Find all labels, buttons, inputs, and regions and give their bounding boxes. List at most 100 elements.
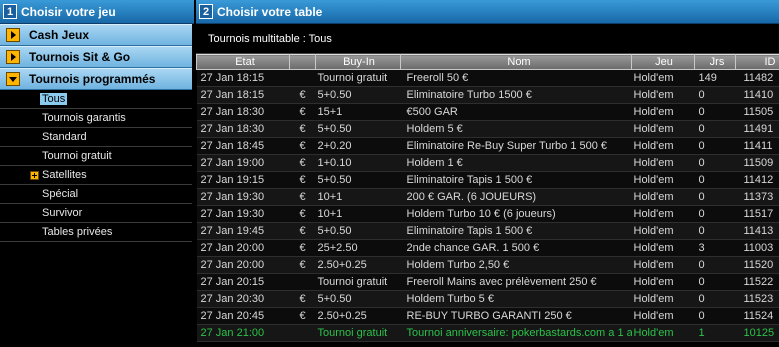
table-row[interactable]: 27 Jan 18:15 Tournoi gratuit Freeroll 50 €… [196,69,779,87]
cell-buyin: 2.50+0.25 [315,256,401,274]
cell-currency: € [289,137,316,155]
table-body: 27 Jan 18:15 Tournoi gratuit Freeroll 50 €… [196,69,779,342]
cell-buyin: 5+0.50 [315,290,401,308]
subitem-survivor[interactable]: Survivor [0,204,192,223]
cell-players: 0 [694,188,736,206]
subitem-label: Tournoi gratuit [42,150,112,162]
table-row[interactable]: 27 Jan 18:45 €2+0.20 Eliminatoire Re-Buy S… [196,137,779,155]
cell-currency [289,273,316,291]
cell-id: 11491 [735,120,779,138]
cell-currency: € [289,222,316,240]
cell-game: Hold'em [631,86,695,104]
panel-title: Choisir votre jeu [21,4,116,19]
cell-players: 0 [694,103,736,121]
subitem-guaranteed[interactable]: Tournois garantis [0,109,192,128]
collapse-arrow-icon[interactable] [6,72,20,86]
cell-id: 11505 [735,103,779,121]
filter-caption: Tournois multitable : Tous [196,24,779,54]
cell-date: 27 Jan 19:45 [196,222,290,240]
cell-id: 11482 [735,69,779,87]
subitem-standard[interactable]: Standard [0,128,192,147]
cell-game: Hold'em [631,239,695,257]
cell-players: 0 [694,307,736,325]
cell-game: Hold'em [631,171,695,189]
cell-currency: € [289,103,316,121]
subitem-label: Satellites [42,169,87,181]
cell-id: 11003 [735,239,779,257]
cell-game: Hold'em [631,103,695,121]
cell-game: Hold'em [631,205,695,223]
table-list-panel: 2 Choisir votre table Tournois multitabl… [196,0,779,347]
cell-buyin: Tournoi gratuit [315,324,401,342]
subitem-all[interactable]: Tous [0,90,192,109]
column-header-buyin[interactable]: Buy-In [315,54,401,70]
subitem-special[interactable]: Spécial [0,185,192,204]
table-row[interactable]: 27 Jan 20:00 €25+2.50 2nde chance GAR. 1 5… [196,239,779,257]
panel-header-game: 1 Choisir votre jeu [0,0,194,24]
category-cash-games[interactable]: Cash Jeux [0,24,192,46]
cell-currency [289,324,316,342]
column-header-id[interactable]: ID [735,54,779,70]
table-row[interactable]: 27 Jan 20:15 Tournoi gratuit Freeroll Main… [196,273,779,291]
table-row[interactable]: 27 Jan 18:30 €15+1 €500 GAR Hold'em 0 11505 [196,103,779,121]
table-row[interactable]: 27 Jan 19:15 €5+0.50 Eliminatoire Tapis 1 … [196,171,779,189]
cell-players: 0 [694,290,736,308]
table-row[interactable]: 27 Jan 20:30 €5+0.50 Holdem Turbo 5 € Hold'… [196,290,779,308]
cell-buyin: 5+0.50 [315,222,401,240]
column-header-jeu[interactable]: Jeu [631,54,695,70]
cell-name: Holdem 1 € [400,154,632,172]
category-scheduled-tournaments[interactable]: Tournois programmés [0,68,192,90]
subitem-private-tables[interactable]: Tables privées [0,223,192,242]
cell-name: Tournoi anniversaire: pokerbastards.com … [400,324,632,342]
subitem-label: Tous [40,93,68,105]
cell-buyin: 5+0.50 [315,171,401,189]
column-header-etat[interactable]: Etat [196,54,290,70]
cell-id: 11509 [735,154,779,172]
cell-name: 200 € GAR. (6 JOUEURS) [400,188,632,206]
cell-date: 27 Jan 18:15 [196,69,290,87]
cell-id: 11517 [735,205,779,223]
game-category-panel: 1 Choisir votre jeu Cash Jeux Tournois S… [0,0,194,347]
cell-id: 11522 [735,273,779,291]
cell-id: 11520 [735,256,779,274]
table-row[interactable]: 27 Jan 19:30 €10+1 200 € GAR. (6 JOUEURS) H… [196,188,779,206]
cell-game: Hold'em [631,256,695,274]
category-label: Tournois programmés [29,72,156,86]
cell-game: Hold'em [631,307,695,325]
category-label: Cash Jeux [29,28,90,42]
table-row[interactable]: 27 Jan 19:45 €5+0.50 Eliminatoire Tapis 1 … [196,222,779,240]
table-row[interactable]: 27 Jan 20:00 €2.50+0.25 Holdem Turbo 2,50 … [196,256,779,274]
expand-arrow-icon[interactable] [6,28,20,42]
panel-title: Choisir votre table [217,4,323,19]
table-row[interactable]: 27 Jan 18:30 €5+0.50 Holdem 5 € Hold'em 0 114… [196,120,779,138]
table-row[interactable]: 27 Jan 21:00 Tournoi gratuit Tournoi anniv… [196,324,779,342]
table-row[interactable]: 27 Jan 20:45 €2.50+0.25 RE-BUY TURBO GARAN… [196,307,779,325]
cell-id: 11523 [735,290,779,308]
subitem-freeroll[interactable]: Tournoi gratuit [0,147,192,166]
table-row[interactable]: 27 Jan 18:15 €5+0.50 Eliminatoire Turbo 15… [196,86,779,104]
cell-name: Holdem Turbo 10 € (6 joueurs) [400,205,632,223]
cell-game: Hold'em [631,137,695,155]
subitem-satellites[interactable]: Satellites [0,166,192,185]
column-header-currency[interactable] [289,54,316,70]
cell-game: Hold'em [631,154,695,172]
cell-currency: € [289,120,316,138]
cell-name: Eliminatoire Turbo 1500 € [400,86,632,104]
table-row[interactable]: 27 Jan 19:30 €10+1 Holdem Turbo 10 € (6 jo… [196,205,779,223]
cell-game: Hold'em [631,290,695,308]
column-header-jrs[interactable]: Jrs [694,54,736,70]
cell-players: 0 [694,171,736,189]
cell-name: Eliminatoire Re-Buy Super Turbo 1 500 € [400,137,632,155]
expand-plus-icon[interactable] [30,171,39,180]
cell-buyin: 1+0.10 [315,154,401,172]
column-header-nom[interactable]: Nom [400,54,632,70]
tournament-table: Etat Buy-In Nom Jeu Jrs ID 27 Jan 18:15 T… [196,54,779,342]
cell-name: Eliminatoire Tapis 1 500 € [400,171,632,189]
cell-buyin: 2.50+0.25 [315,307,401,325]
expand-arrow-icon[interactable] [6,50,20,64]
category-sit-and-go[interactable]: Tournois Sit & Go [0,46,192,68]
cell-buyin: 5+0.50 [315,86,401,104]
cell-date: 27 Jan 20:45 [196,307,290,325]
cell-currency: € [289,205,316,223]
table-row[interactable]: 27 Jan 19:00 €1+0.10 Holdem 1 € Hold'em 0 115… [196,154,779,172]
